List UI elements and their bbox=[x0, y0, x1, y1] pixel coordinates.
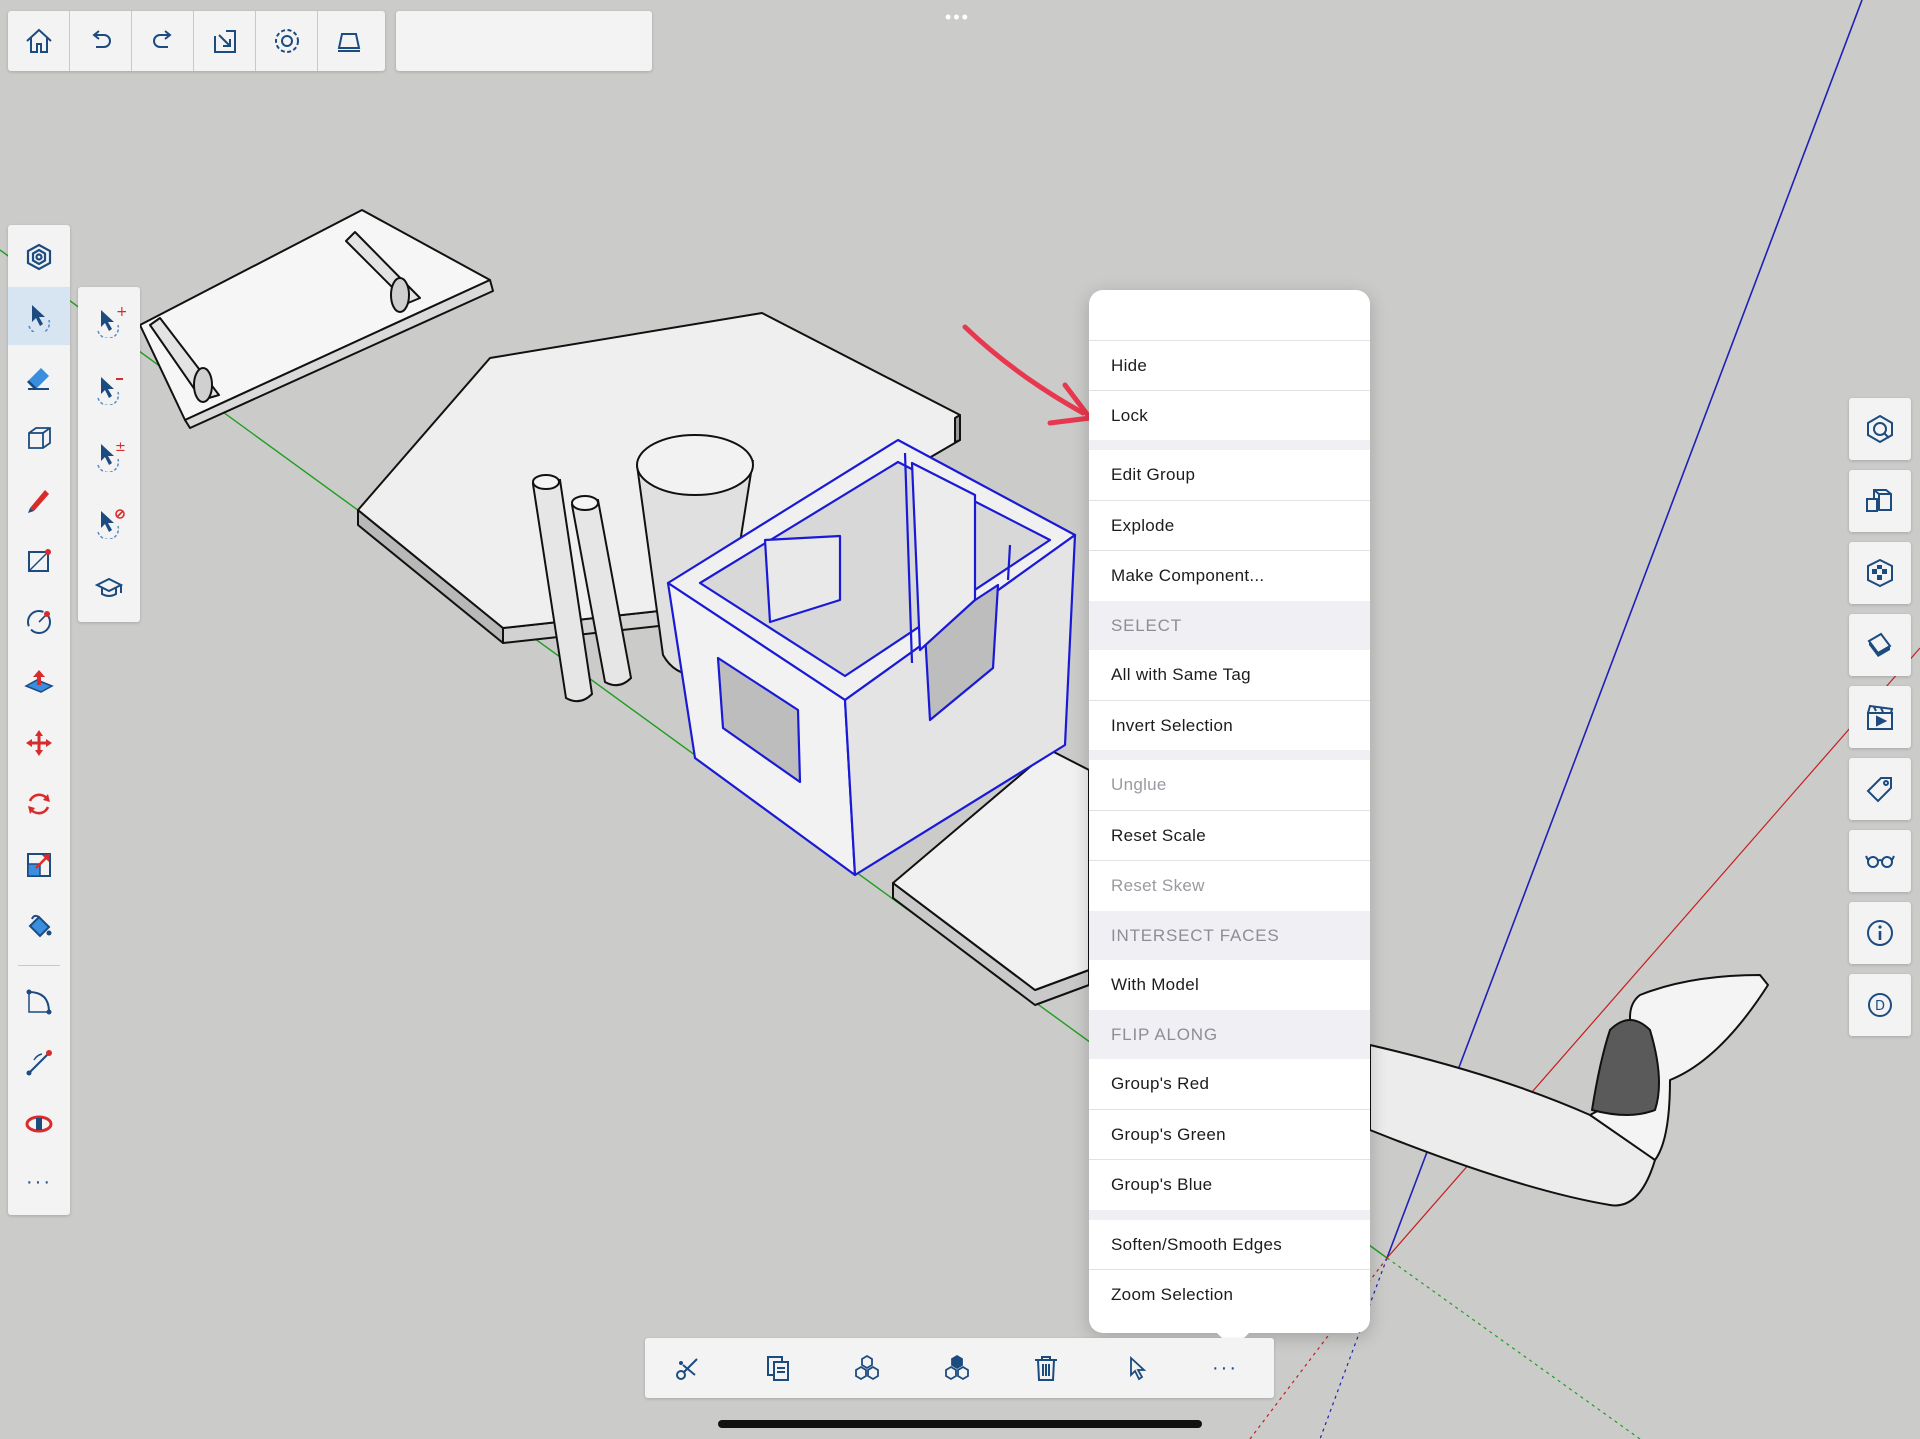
ribbon-shape[interactable] bbox=[1369, 974, 1769, 1207]
add-to-selection-icon[interactable]: + bbox=[78, 292, 140, 350]
menu-item-make-component[interactable]: Make Component... bbox=[1089, 551, 1370, 600]
select-icon[interactable] bbox=[8, 287, 70, 345]
menu-item-reset-skew[interactable]: Reset Skew bbox=[1089, 861, 1370, 910]
rotate-icon[interactable] bbox=[8, 775, 70, 833]
redo-icon[interactable] bbox=[132, 11, 194, 71]
menu-item-zoom-selection[interactable]: Zoom Selection bbox=[1089, 1270, 1370, 1319]
menu-item-groups-red[interactable]: Group's Red bbox=[1089, 1059, 1370, 1108]
tags-icon[interactable] bbox=[1849, 758, 1911, 820]
menu-item-hide[interactable]: Hide bbox=[1089, 341, 1370, 390]
search-tools-icon[interactable] bbox=[8, 228, 70, 286]
menu-item-groups-blue[interactable]: Group's Blue bbox=[1089, 1160, 1370, 1209]
window-dots[interactable]: ••• bbox=[945, 8, 975, 26]
make-group-icon[interactable] bbox=[836, 1338, 898, 1398]
model-info-icon[interactable] bbox=[1849, 398, 1911, 460]
view-options-icon[interactable] bbox=[1849, 830, 1911, 892]
tape-measure-icon[interactable] bbox=[8, 1034, 70, 1092]
circle-icon[interactable] bbox=[8, 592, 70, 650]
rectangle-icon[interactable] bbox=[8, 531, 70, 589]
menu-item-with-model[interactable]: With Model bbox=[1089, 960, 1370, 1009]
eraser-icon[interactable] bbox=[8, 348, 70, 406]
home-indicator bbox=[718, 1420, 1202, 1428]
svg-text:+: + bbox=[116, 304, 126, 320]
menu-item-lock[interactable]: Lock bbox=[1089, 391, 1370, 440]
select-subtoolbar: + ± bbox=[78, 287, 140, 622]
follow-me-icon[interactable] bbox=[8, 1095, 70, 1153]
styles-icon[interactable] bbox=[1849, 614, 1911, 676]
tilted-plank[interactable] bbox=[139, 209, 494, 429]
left-toolbar: ··· bbox=[8, 225, 70, 1215]
viewport-3d-scene[interactable] bbox=[0, 0, 1920, 1439]
top-toolbar bbox=[8, 11, 385, 71]
menu-item-edit-group[interactable]: Edit Group bbox=[1089, 450, 1370, 499]
paint-bucket-icon[interactable] bbox=[8, 897, 70, 955]
scenes-icon[interactable] bbox=[1849, 686, 1911, 748]
entity-info-icon[interactable] bbox=[1849, 902, 1911, 964]
annotation-arrow bbox=[962, 324, 1095, 426]
select-pointer-icon[interactable] bbox=[1105, 1338, 1167, 1398]
more-actions-button[interactable]: ··· bbox=[1194, 1338, 1256, 1398]
menu-header-intersect-faces: INTERSECT FACES bbox=[1089, 911, 1370, 960]
toolbar-separator bbox=[18, 965, 60, 966]
instructor-icon[interactable] bbox=[78, 559, 140, 617]
menu-item-reset-scale[interactable]: Reset Scale bbox=[1089, 811, 1370, 860]
menu-item-soften-smooth-edges[interactable]: Soften/Smooth Edges bbox=[1089, 1220, 1370, 1269]
push-pull-icon[interactable] bbox=[8, 653, 70, 711]
copy-icon[interactable] bbox=[747, 1338, 809, 1398]
menu-header-flip-along: FLIP ALONG bbox=[1089, 1010, 1370, 1059]
menu-item-unglue[interactable]: Unglue bbox=[1089, 760, 1370, 809]
cut-icon[interactable] bbox=[657, 1338, 719, 1398]
delete-icon[interactable] bbox=[1015, 1338, 1077, 1398]
search-input[interactable] bbox=[396, 11, 652, 71]
materials-icon[interactable] bbox=[1849, 542, 1911, 604]
dimension-icon[interactable]: D bbox=[1849, 974, 1911, 1036]
export-icon[interactable] bbox=[194, 11, 256, 71]
menu-item-groups-green[interactable]: Group's Green bbox=[1089, 1110, 1370, 1159]
move-icon[interactable] bbox=[8, 714, 70, 772]
deselect-icon[interactable] bbox=[78, 493, 140, 551]
display-mode-icon[interactable] bbox=[318, 11, 380, 71]
components-icon[interactable] bbox=[1849, 470, 1911, 532]
menu-header-select: SELECT bbox=[1089, 601, 1370, 650]
menu-item-invert-selection[interactable]: Invert Selection bbox=[1089, 701, 1370, 750]
toggle-selection-icon[interactable]: ± bbox=[78, 426, 140, 484]
home-icon[interactable] bbox=[8, 11, 70, 71]
subtract-from-selection-icon[interactable] bbox=[78, 359, 140, 417]
scale-icon[interactable] bbox=[8, 836, 70, 894]
selection-toolbar: ··· bbox=[645, 1338, 1274, 1398]
undo-icon[interactable] bbox=[70, 11, 132, 71]
menu-item-all-with-same-tag[interactable]: All with Same Tag bbox=[1089, 650, 1370, 699]
svg-text:±: ± bbox=[115, 440, 126, 455]
box-icon[interactable] bbox=[8, 409, 70, 467]
context-menu-title bbox=[1089, 290, 1370, 340]
context-menu: Hide Lock Edit Group Explode Make Compon… bbox=[1089, 290, 1370, 1333]
settings-icon[interactable] bbox=[256, 11, 318, 71]
pencil-icon[interactable] bbox=[8, 470, 70, 528]
svg-text:D: D bbox=[1875, 999, 1885, 1014]
make-component-icon[interactable] bbox=[926, 1338, 988, 1398]
menu-item-explode[interactable]: Explode bbox=[1089, 501, 1370, 550]
arc-icon[interactable] bbox=[8, 973, 70, 1031]
more-tools-button[interactable]: ··· bbox=[8, 1153, 70, 1211]
